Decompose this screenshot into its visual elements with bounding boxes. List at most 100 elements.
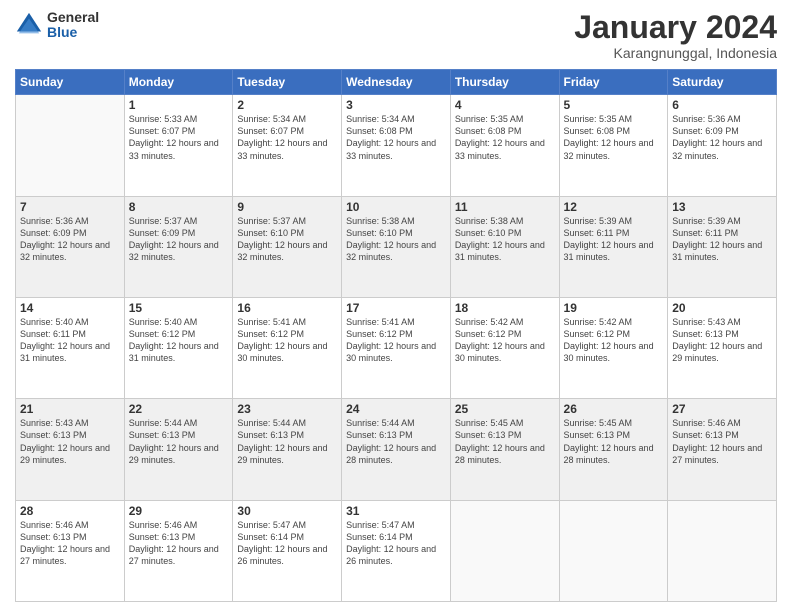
day-number: 12: [564, 200, 664, 214]
calendar-week-row: 21Sunrise: 5:43 AMSunset: 6:13 PMDayligh…: [16, 399, 777, 500]
weekday-header-wednesday: Wednesday: [342, 70, 451, 95]
calendar-cell: 5Sunrise: 5:35 AMSunset: 6:08 PMDaylight…: [559, 95, 668, 196]
calendar-cell: [559, 500, 668, 601]
calendar-week-row: 28Sunrise: 5:46 AMSunset: 6:13 PMDayligh…: [16, 500, 777, 601]
calendar-cell: 9Sunrise: 5:37 AMSunset: 6:10 PMDaylight…: [233, 196, 342, 297]
calendar-cell: 18Sunrise: 5:42 AMSunset: 6:12 PMDayligh…: [450, 297, 559, 398]
day-number: 29: [129, 504, 229, 518]
day-number: 24: [346, 402, 446, 416]
day-info: Sunrise: 5:44 AMSunset: 6:13 PMDaylight:…: [129, 417, 229, 466]
calendar-cell: 27Sunrise: 5:46 AMSunset: 6:13 PMDayligh…: [668, 399, 777, 500]
calendar-cell: 8Sunrise: 5:37 AMSunset: 6:09 PMDaylight…: [124, 196, 233, 297]
day-info: Sunrise: 5:34 AMSunset: 6:07 PMDaylight:…: [237, 113, 337, 162]
calendar-cell: 19Sunrise: 5:42 AMSunset: 6:12 PMDayligh…: [559, 297, 668, 398]
day-number: 14: [20, 301, 120, 315]
day-info: Sunrise: 5:43 AMSunset: 6:13 PMDaylight:…: [20, 417, 120, 466]
day-info: Sunrise: 5:40 AMSunset: 6:11 PMDaylight:…: [20, 316, 120, 365]
calendar-cell: 4Sunrise: 5:35 AMSunset: 6:08 PMDaylight…: [450, 95, 559, 196]
day-number: 2: [237, 98, 337, 112]
calendar-cell: 17Sunrise: 5:41 AMSunset: 6:12 PMDayligh…: [342, 297, 451, 398]
logo-blue-text: Blue: [47, 25, 99, 40]
calendar-week-row: 1Sunrise: 5:33 AMSunset: 6:07 PMDaylight…: [16, 95, 777, 196]
calendar-cell: 2Sunrise: 5:34 AMSunset: 6:07 PMDaylight…: [233, 95, 342, 196]
day-number: 17: [346, 301, 446, 315]
header: General Blue January 2024 Karangnunggal,…: [15, 10, 777, 61]
calendar-cell: 6Sunrise: 5:36 AMSunset: 6:09 PMDaylight…: [668, 95, 777, 196]
day-info: Sunrise: 5:47 AMSunset: 6:14 PMDaylight:…: [237, 519, 337, 568]
calendar-cell: [450, 500, 559, 601]
calendar-cell: 20Sunrise: 5:43 AMSunset: 6:13 PMDayligh…: [668, 297, 777, 398]
location-subtitle: Karangnunggal, Indonesia: [574, 45, 777, 61]
calendar-week-row: 14Sunrise: 5:40 AMSunset: 6:11 PMDayligh…: [16, 297, 777, 398]
day-number: 18: [455, 301, 555, 315]
day-info: Sunrise: 5:35 AMSunset: 6:08 PMDaylight:…: [455, 113, 555, 162]
calendar-cell: 11Sunrise: 5:38 AMSunset: 6:10 PMDayligh…: [450, 196, 559, 297]
day-info: Sunrise: 5:46 AMSunset: 6:13 PMDaylight:…: [672, 417, 772, 466]
day-number: 10: [346, 200, 446, 214]
month-title: January 2024: [574, 10, 777, 45]
calendar-cell: 16Sunrise: 5:41 AMSunset: 6:12 PMDayligh…: [233, 297, 342, 398]
day-info: Sunrise: 5:46 AMSunset: 6:13 PMDaylight:…: [129, 519, 229, 568]
day-number: 15: [129, 301, 229, 315]
day-info: Sunrise: 5:46 AMSunset: 6:13 PMDaylight:…: [20, 519, 120, 568]
logo-icon: [15, 11, 43, 39]
day-info: Sunrise: 5:33 AMSunset: 6:07 PMDaylight:…: [129, 113, 229, 162]
weekday-header-tuesday: Tuesday: [233, 70, 342, 95]
calendar-cell: 29Sunrise: 5:46 AMSunset: 6:13 PMDayligh…: [124, 500, 233, 601]
day-info: Sunrise: 5:43 AMSunset: 6:13 PMDaylight:…: [672, 316, 772, 365]
calendar-cell: 1Sunrise: 5:33 AMSunset: 6:07 PMDaylight…: [124, 95, 233, 196]
day-number: 7: [20, 200, 120, 214]
day-info: Sunrise: 5:44 AMSunset: 6:13 PMDaylight:…: [237, 417, 337, 466]
weekday-header-friday: Friday: [559, 70, 668, 95]
day-info: Sunrise: 5:39 AMSunset: 6:11 PMDaylight:…: [564, 215, 664, 264]
day-number: 13: [672, 200, 772, 214]
day-number: 22: [129, 402, 229, 416]
calendar-cell: 12Sunrise: 5:39 AMSunset: 6:11 PMDayligh…: [559, 196, 668, 297]
logo-text: General Blue: [47, 10, 99, 41]
calendar-cell: 10Sunrise: 5:38 AMSunset: 6:10 PMDayligh…: [342, 196, 451, 297]
title-block: January 2024 Karangnunggal, Indonesia: [574, 10, 777, 61]
day-info: Sunrise: 5:47 AMSunset: 6:14 PMDaylight:…: [346, 519, 446, 568]
day-info: Sunrise: 5:41 AMSunset: 6:12 PMDaylight:…: [346, 316, 446, 365]
weekday-header-row: SundayMondayTuesdayWednesdayThursdayFrid…: [16, 70, 777, 95]
day-info: Sunrise: 5:42 AMSunset: 6:12 PMDaylight:…: [564, 316, 664, 365]
day-info: Sunrise: 5:38 AMSunset: 6:10 PMDaylight:…: [455, 215, 555, 264]
calendar-cell: 24Sunrise: 5:44 AMSunset: 6:13 PMDayligh…: [342, 399, 451, 500]
day-info: Sunrise: 5:38 AMSunset: 6:10 PMDaylight:…: [346, 215, 446, 264]
day-number: 25: [455, 402, 555, 416]
day-info: Sunrise: 5:35 AMSunset: 6:08 PMDaylight:…: [564, 113, 664, 162]
day-info: Sunrise: 5:41 AMSunset: 6:12 PMDaylight:…: [237, 316, 337, 365]
day-number: 31: [346, 504, 446, 518]
weekday-header-thursday: Thursday: [450, 70, 559, 95]
day-number: 27: [672, 402, 772, 416]
day-info: Sunrise: 5:36 AMSunset: 6:09 PMDaylight:…: [672, 113, 772, 162]
day-number: 9: [237, 200, 337, 214]
calendar-cell: 21Sunrise: 5:43 AMSunset: 6:13 PMDayligh…: [16, 399, 125, 500]
day-number: 3: [346, 98, 446, 112]
day-info: Sunrise: 5:45 AMSunset: 6:13 PMDaylight:…: [564, 417, 664, 466]
calendar-cell: 26Sunrise: 5:45 AMSunset: 6:13 PMDayligh…: [559, 399, 668, 500]
day-number: 16: [237, 301, 337, 315]
calendar-week-row: 7Sunrise: 5:36 AMSunset: 6:09 PMDaylight…: [16, 196, 777, 297]
weekday-header-saturday: Saturday: [668, 70, 777, 95]
day-number: 5: [564, 98, 664, 112]
calendar-cell: 28Sunrise: 5:46 AMSunset: 6:13 PMDayligh…: [16, 500, 125, 601]
day-info: Sunrise: 5:36 AMSunset: 6:09 PMDaylight:…: [20, 215, 120, 264]
calendar-cell: 3Sunrise: 5:34 AMSunset: 6:08 PMDaylight…: [342, 95, 451, 196]
day-info: Sunrise: 5:39 AMSunset: 6:11 PMDaylight:…: [672, 215, 772, 264]
day-number: 8: [129, 200, 229, 214]
calendar-cell: 31Sunrise: 5:47 AMSunset: 6:14 PMDayligh…: [342, 500, 451, 601]
day-number: 20: [672, 301, 772, 315]
calendar-cell: 30Sunrise: 5:47 AMSunset: 6:14 PMDayligh…: [233, 500, 342, 601]
day-number: 11: [455, 200, 555, 214]
calendar-cell: 22Sunrise: 5:44 AMSunset: 6:13 PMDayligh…: [124, 399, 233, 500]
day-info: Sunrise: 5:37 AMSunset: 6:10 PMDaylight:…: [237, 215, 337, 264]
day-info: Sunrise: 5:42 AMSunset: 6:12 PMDaylight:…: [455, 316, 555, 365]
day-number: 4: [455, 98, 555, 112]
calendar-cell: [16, 95, 125, 196]
calendar-cell: 23Sunrise: 5:44 AMSunset: 6:13 PMDayligh…: [233, 399, 342, 500]
logo-general-text: General: [47, 10, 99, 25]
day-number: 1: [129, 98, 229, 112]
day-info: Sunrise: 5:34 AMSunset: 6:08 PMDaylight:…: [346, 113, 446, 162]
calendar-cell: 14Sunrise: 5:40 AMSunset: 6:11 PMDayligh…: [16, 297, 125, 398]
